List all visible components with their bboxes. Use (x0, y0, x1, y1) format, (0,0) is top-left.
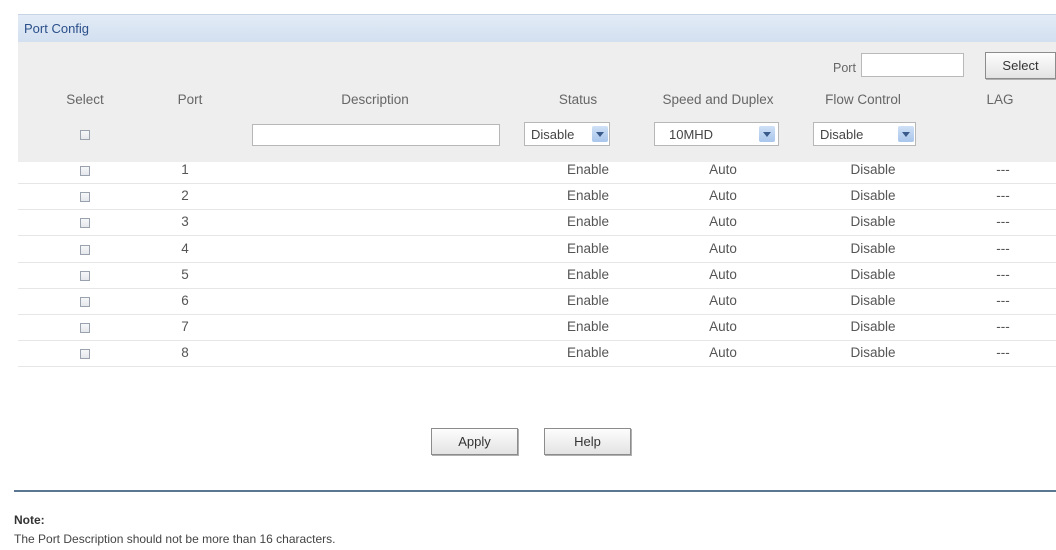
row-select-checkbox[interactable] (80, 323, 90, 333)
row-select-checkbox[interactable] (80, 218, 90, 228)
port-cell: 5 (181, 267, 189, 282)
lag-cell: --- (996, 293, 1010, 308)
flow-control-cell: Disable (850, 319, 896, 334)
chevron-down-icon (592, 126, 608, 142)
column-header-select: Select (66, 92, 104, 107)
row-select-checkbox[interactable] (80, 245, 90, 255)
description-input[interactable] (252, 124, 500, 146)
select-all-checkbox[interactable] (80, 130, 90, 140)
flow-control-select-value: Disable (820, 127, 864, 142)
row-select-checkbox[interactable] (80, 166, 90, 176)
table-row: 6 Enable Auto Disable --- (18, 289, 1056, 315)
status-cell: Enable (566, 162, 610, 177)
flow-control-cell: Disable (850, 162, 896, 177)
speed-duplex-cell: Auto (709, 241, 737, 256)
port-cell: 7 (181, 319, 189, 334)
status-cell: Enable (566, 293, 610, 308)
lag-cell: --- (996, 241, 1010, 256)
status-select-value: Disable (531, 127, 575, 142)
lag-cell: --- (996, 188, 1010, 203)
row-select-checkbox[interactable] (80, 271, 90, 281)
row-divider (18, 235, 1056, 236)
status-select[interactable]: Disable (524, 122, 610, 146)
flow-control-cell: Disable (850, 345, 896, 360)
port-search-label: Port (833, 61, 856, 75)
panel-title: Port Config (24, 21, 90, 36)
select-button[interactable]: Select (985, 52, 1056, 79)
table-row: 2 Enable Auto Disable --- (18, 184, 1056, 210)
lag-cell: --- (996, 267, 1010, 282)
port-search-input[interactable] (861, 53, 964, 77)
row-divider (18, 366, 1056, 367)
lag-cell: --- (996, 162, 1010, 177)
row-select-checkbox[interactable] (80, 349, 90, 359)
status-cell: Enable (566, 319, 610, 334)
flow-control-cell: Disable (850, 188, 896, 203)
speed-duplex-cell: Auto (709, 188, 737, 203)
port-cell: 2 (181, 188, 189, 203)
port-cell: 1 (181, 162, 189, 177)
speed-duplex-select-value: 10MHD (669, 127, 714, 142)
column-header-description: Description (341, 92, 409, 107)
speed-duplex-cell: Auto (709, 319, 737, 334)
speed-duplex-cell: Auto (709, 345, 737, 360)
apply-button[interactable]: Apply (431, 428, 518, 455)
row-select-checkbox[interactable] (80, 297, 90, 307)
speed-duplex-cell: Auto (709, 214, 737, 229)
flow-control-select[interactable]: Disable (813, 122, 916, 146)
port-cell: 3 (181, 214, 189, 229)
port-cell: 6 (181, 293, 189, 308)
note-title: Note: (14, 513, 45, 527)
column-header-lag: LAG (986, 92, 1014, 107)
table-row: 1 Enable Auto Disable --- (18, 158, 1056, 184)
port-cell: 4 (181, 241, 189, 256)
table-row: 5 Enable Auto Disable --- (18, 263, 1056, 289)
column-header-speed-duplex: Speed and Duplex (662, 92, 774, 107)
table-row: 4 Enable Auto Disable --- (18, 237, 1056, 263)
status-cell: Enable (566, 214, 610, 229)
flow-control-cell: Disable (850, 267, 896, 282)
column-header-port: Port (177, 92, 203, 107)
speed-duplex-cell: Auto (709, 293, 737, 308)
speed-duplex-cell: Auto (709, 162, 737, 177)
status-cell: Enable (566, 267, 610, 282)
table-row: 8 Enable Auto Disable --- (18, 341, 1056, 367)
speed-duplex-cell: Auto (709, 267, 737, 282)
note-divider (14, 490, 1056, 492)
port-cell: 8 (181, 345, 189, 360)
column-header-status: Status (558, 92, 598, 107)
row-select-checkbox[interactable] (80, 192, 90, 202)
chevron-down-icon (898, 126, 914, 142)
column-header-flow-control: Flow Control (825, 92, 901, 107)
flow-control-cell: Disable (850, 293, 896, 308)
status-cell: Enable (566, 188, 610, 203)
status-cell: Enable (566, 345, 610, 360)
help-button[interactable]: Help (544, 428, 631, 455)
note-text: The Port Description should not be more … (14, 532, 336, 546)
speed-duplex-select[interactable]: 10MHD (654, 122, 779, 146)
status-cell: Enable (566, 241, 610, 256)
lag-cell: --- (996, 319, 1010, 334)
table-row: 7 Enable Auto Disable --- (18, 315, 1056, 341)
table-row: 3 Enable Auto Disable --- (18, 210, 1056, 236)
flow-control-cell: Disable (850, 214, 896, 229)
chevron-down-icon (759, 126, 775, 142)
flow-control-cell: Disable (850, 241, 896, 256)
panel-title-bar: Port Config (18, 14, 1056, 42)
lag-cell: --- (996, 345, 1010, 360)
lag-cell: --- (996, 214, 1010, 229)
